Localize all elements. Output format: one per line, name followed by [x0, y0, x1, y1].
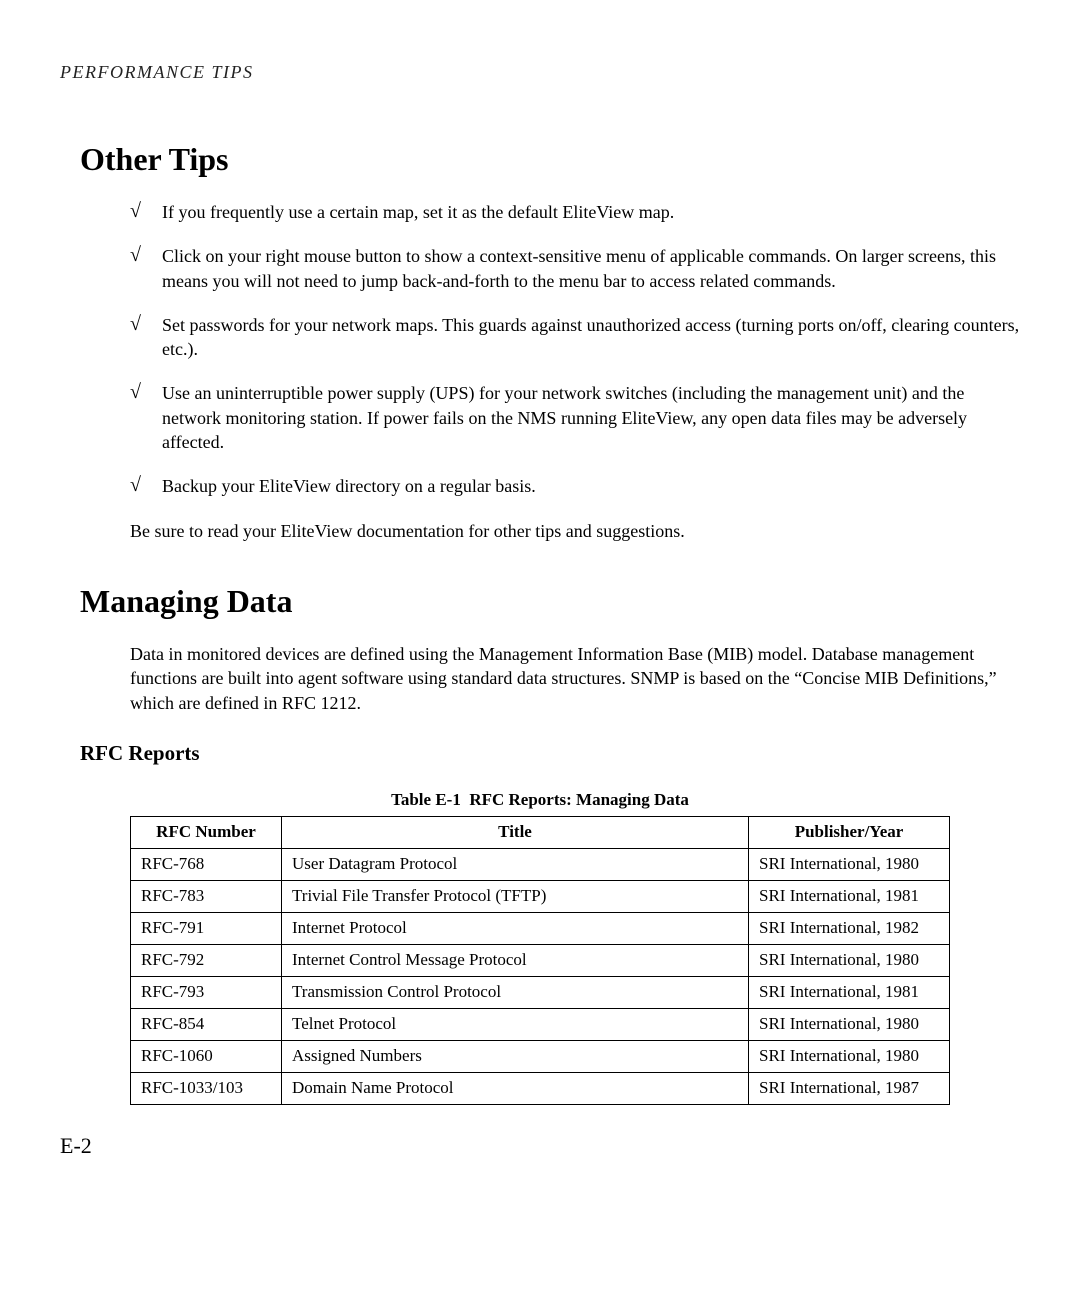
table-caption-title: RFC Reports: Managing Data	[469, 790, 689, 809]
cell-title: Telnet Protocol	[282, 1008, 749, 1040]
tips-footer: Be sure to read your EliteView documenta…	[130, 519, 1020, 543]
check-icon: √	[130, 244, 162, 266]
cell-title: Assigned Numbers	[282, 1040, 749, 1072]
table-row: RFC-768User Datagram ProtocolSRI Interna…	[131, 848, 950, 880]
table-row: RFC-792Internet Control Message Protocol…	[131, 944, 950, 976]
cell-rfc-number: RFC-783	[131, 880, 282, 912]
check-icon: √	[130, 474, 162, 496]
table-row: RFC-1060Assigned NumbersSRI Internationa…	[131, 1040, 950, 1072]
cell-title: Domain Name Protocol	[282, 1072, 749, 1104]
cell-publisher-year: SRI International, 1987	[749, 1072, 950, 1104]
cell-title: Internet Control Message Protocol	[282, 944, 749, 976]
running-head: PERFORMANCE TIPS	[60, 62, 1020, 83]
rfc-table: RFC Number Title Publisher/Year RFC-768U…	[130, 816, 950, 1105]
cell-rfc-number: RFC-1060	[131, 1040, 282, 1072]
table-caption-label: Table E-1	[391, 790, 461, 809]
cell-title: Internet Protocol	[282, 912, 749, 944]
cell-rfc-number: RFC-793	[131, 976, 282, 1008]
page-container: PERFORMANCE TIPS Other Tips √ If you fre…	[0, 0, 1080, 1199]
table-row: RFC-854Telnet ProtocolSRI International,…	[131, 1008, 950, 1040]
heading-managing-data: Managing Data	[80, 583, 1020, 620]
list-item: √ Use an uninterruptible power supply (U…	[130, 381, 1020, 454]
th-publisher-year: Publisher/Year	[749, 816, 950, 848]
cell-rfc-number: RFC-854	[131, 1008, 282, 1040]
list-item: √ Set passwords for your network maps. T…	[130, 313, 1020, 362]
th-title: Title	[282, 816, 749, 848]
table-row: RFC-783Trivial File Transfer Protocol (T…	[131, 880, 950, 912]
cell-rfc-number: RFC-791	[131, 912, 282, 944]
cell-publisher-year: SRI International, 1980	[749, 944, 950, 976]
cell-title: Trivial File Transfer Protocol (TFTP)	[282, 880, 749, 912]
tip-text: Use an uninterruptible power supply (UPS…	[162, 381, 1020, 454]
subheading-rfc-reports: RFC Reports	[80, 741, 1020, 766]
list-item: √ Click on your right mouse button to sh…	[130, 244, 1020, 293]
heading-other-tips: Other Tips	[80, 141, 1020, 178]
check-icon: √	[130, 313, 162, 335]
th-rfc-number: RFC Number	[131, 816, 282, 848]
tip-text: Set passwords for your network maps. Thi…	[162, 313, 1020, 362]
list-item: √ If you frequently use a certain map, s…	[130, 200, 1020, 224]
check-icon: √	[130, 200, 162, 222]
table-row: RFC-1033/103Domain Name ProtocolSRI Inte…	[131, 1072, 950, 1104]
tips-list: √ If you frequently use a certain map, s…	[130, 200, 1020, 499]
tip-text: Backup your EliteView directory on a reg…	[162, 474, 1020, 498]
tip-text: If you frequently use a certain map, set…	[162, 200, 1020, 224]
tip-text: Click on your right mouse button to show…	[162, 244, 1020, 293]
cell-publisher-year: SRI International, 1981	[749, 880, 950, 912]
table-caption: Table E-1 RFC Reports: Managing Data	[60, 790, 1020, 810]
check-icon: √	[130, 381, 162, 403]
list-item: √ Backup your EliteView directory on a r…	[130, 474, 1020, 498]
cell-title: User Datagram Protocol	[282, 848, 749, 880]
cell-publisher-year: SRI International, 1981	[749, 976, 950, 1008]
table-row: RFC-793Transmission Control ProtocolSRI …	[131, 976, 950, 1008]
cell-publisher-year: SRI International, 1982	[749, 912, 950, 944]
table-header-row: RFC Number Title Publisher/Year	[131, 816, 950, 848]
cell-publisher-year: SRI International, 1980	[749, 1008, 950, 1040]
cell-publisher-year: SRI International, 1980	[749, 1040, 950, 1072]
page-number: E-2	[60, 1133, 1020, 1159]
managing-data-paragraph: Data in monitored devices are defined us…	[130, 642, 1020, 715]
cell-rfc-number: RFC-768	[131, 848, 282, 880]
cell-publisher-year: SRI International, 1980	[749, 848, 950, 880]
cell-title: Transmission Control Protocol	[282, 976, 749, 1008]
table-row: RFC-791Internet ProtocolSRI Internationa…	[131, 912, 950, 944]
cell-rfc-number: RFC-1033/103	[131, 1072, 282, 1104]
cell-rfc-number: RFC-792	[131, 944, 282, 976]
